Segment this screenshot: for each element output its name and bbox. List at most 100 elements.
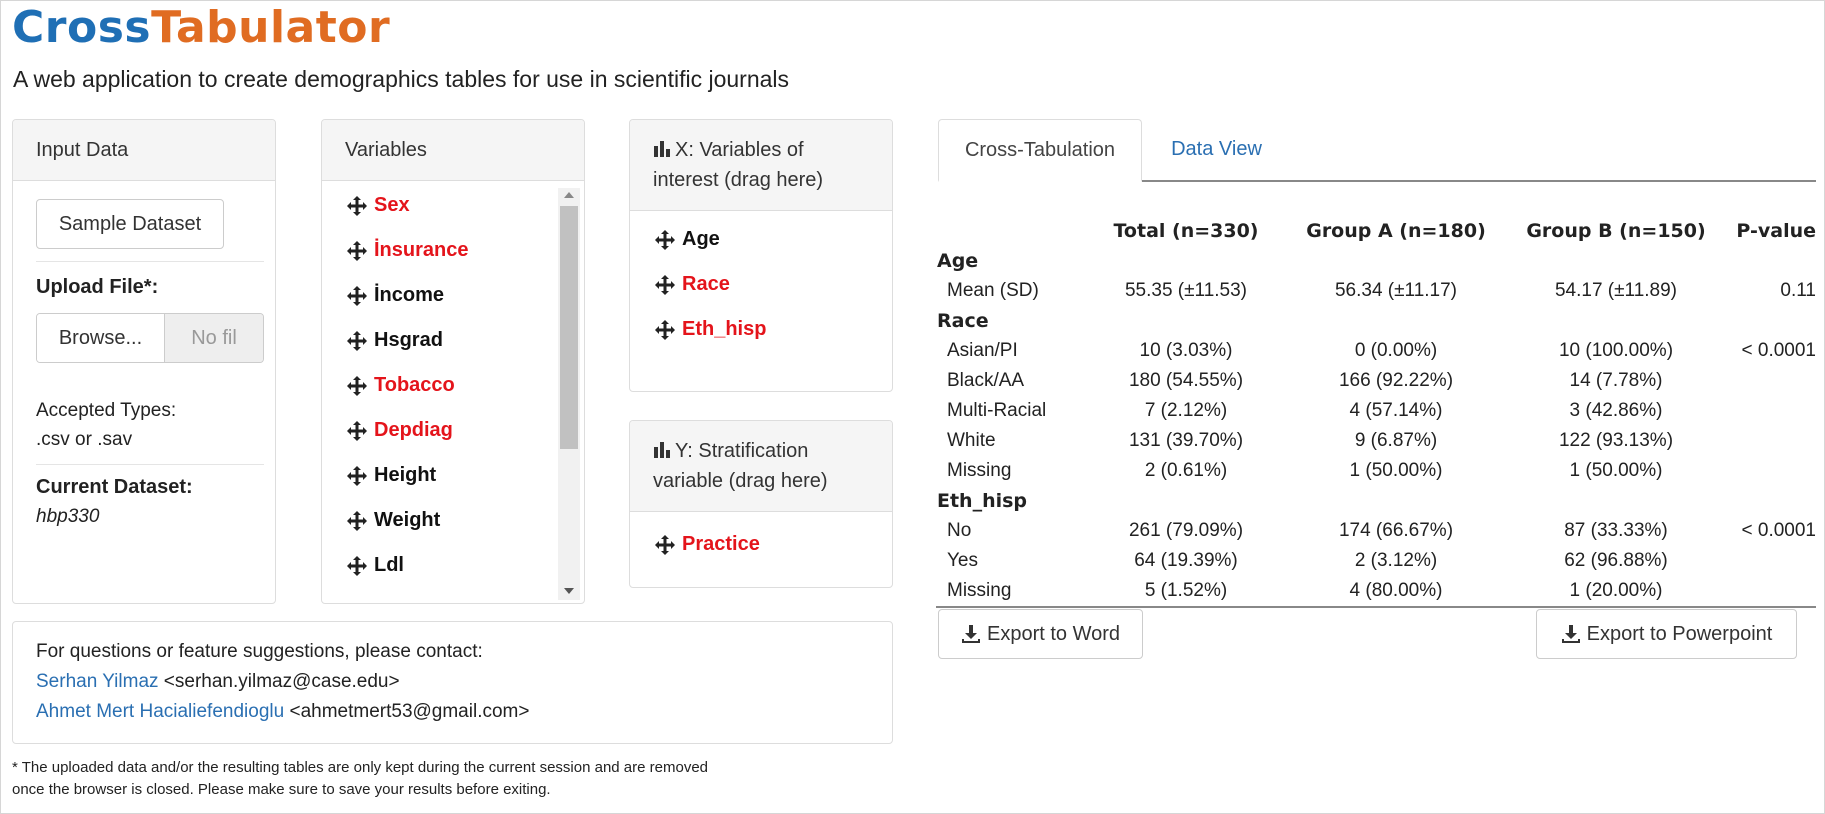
table-cell-a: 9 (6.87%): [1354, 430, 1438, 451]
bar-chart-icon: [654, 141, 670, 157]
table-cell-b: 62 (96.88%): [1564, 550, 1668, 571]
current-dataset-value: hbp330: [36, 506, 100, 527]
table-row: Multi-Racial 7 (2.12%) 4 (57.14%) 3 (42.86%…: [936, 396, 1816, 426]
section-row: Age: [936, 246, 1816, 276]
variable-chip-tobacco[interactable]: Tobacco: [346, 374, 455, 397]
table-cell-label: Missing: [947, 460, 1012, 481]
table-cell-b: 87 (33.33%): [1564, 520, 1668, 541]
variable-label: Tobacco: [374, 374, 455, 396]
table-row: Missing 5 (1.52%) 4 (80.00%) 1 (20.00%): [936, 576, 1816, 606]
scroll-up-arrow-icon[interactable]: [564, 192, 574, 198]
app-logo: CrossTabulator: [12, 2, 390, 53]
variable-chip-age[interactable]: Age: [654, 228, 720, 251]
table-cell-total: 131 (39.70%): [1128, 430, 1244, 451]
cross-tab-body: Age Mean (SD) 55.35 (±11.53) 56.34 (±11.17)…: [936, 246, 1816, 606]
variables-list: Sex İnsurance İncome Hsgrad Tobacco Depdiag He…: [346, 182, 556, 602]
table-cell-p: < 0.0001: [1741, 520, 1817, 541]
divider: [36, 464, 264, 465]
table-cell-a: 4 (80.00%): [1349, 580, 1443, 601]
variable-chip-weight[interactable]: Weight: [346, 509, 440, 532]
tab-bar: Cross-Tabulation Data View: [938, 119, 1816, 182]
variable-chip-practice[interactable]: Practice: [654, 533, 760, 556]
move-icon: [655, 319, 675, 340]
tab-data-view-label: Data View: [1171, 138, 1262, 160]
contact-panel: For questions or feature suggestions, pl…: [12, 621, 893, 744]
accepted-types-label: Accepted Types:: [36, 400, 177, 421]
table-header-cell: Group A (n=180): [1306, 220, 1486, 242]
table-header-cell: Total (n=330): [1113, 220, 1259, 242]
footnote: * The uploaded data and/or the resulting…: [12, 757, 708, 801]
variables-scrollbar[interactable]: [558, 188, 580, 600]
table-cell-total: 10 (3.03%): [1139, 340, 1233, 361]
table-row: Missing 2 (0.61%) 1 (50.00%) 1 (50.00%): [936, 456, 1816, 486]
accepted-types-value: .csv or .sav: [36, 429, 133, 450]
contact-link-ahmet[interactable]: Ahmet Mert Hacialiefendioglu: [36, 701, 284, 722]
table-cell-p: [1726, 546, 1816, 576]
variable-chip-hsgrad[interactable]: Hsgrad: [346, 329, 443, 352]
variables-panel: Variables Sex İnsurance İncome Hsgrad Tobacc…: [321, 119, 585, 604]
variable-chip-ldl[interactable]: Ldl: [346, 554, 404, 577]
footnote-line2: once the browser is closed. Please make …: [12, 781, 551, 798]
file-upload-group: Browse... No fil: [36, 313, 264, 363]
scrollbar-thumb[interactable]: [560, 206, 578, 449]
download-icon: [961, 625, 980, 643]
variable-chip-i-nsurance[interactable]: İnsurance: [346, 239, 468, 262]
table-cell-total: 7 (2.12%): [1144, 400, 1228, 421]
browse-button[interactable]: Browse...: [37, 314, 165, 362]
table-cell-label: Black/AA: [947, 370, 1025, 391]
table-cell-p: [1726, 426, 1816, 456]
export-word-label: Export to Word: [986, 622, 1121, 645]
table-cell-b: 54.17 (±11.89): [1554, 280, 1678, 301]
footnote-line1: * The uploaded data and/or the resulting…: [12, 759, 708, 776]
file-name-field[interactable]: No fil: [165, 314, 263, 362]
logo-part-cross: Cross: [12, 2, 152, 53]
export-powerpoint-button[interactable]: Export to Powerpoint: [1536, 609, 1797, 659]
contact-link-serhan[interactable]: Serhan Yilmaz: [36, 671, 159, 692]
section-row: Race: [936, 306, 1816, 336]
variable-chip-depdiag[interactable]: Depdiag: [346, 419, 453, 442]
y-variable-panel[interactable]: Y: Stratification variable (drag here) P…: [629, 420, 893, 588]
variable-label: Weight: [374, 509, 441, 531]
table-header-cell: [936, 216, 1086, 246]
table-cell-label: Missing: [947, 580, 1012, 601]
variable-chip-race[interactable]: Race: [654, 273, 730, 296]
variable-label: İnsurance: [374, 239, 469, 261]
sample-dataset-button[interactable]: Sample Dataset: [36, 199, 224, 249]
y-panel-title-line1: Y: Stratification: [675, 440, 809, 462]
table-cell-p: [1726, 366, 1816, 396]
variable-label: İncome: [374, 284, 445, 306]
table-cell-total: 55.35 (±11.53): [1124, 280, 1248, 301]
contact-line-1: Serhan Yilmaz <serhan.yilmaz@case.edu>: [36, 671, 400, 693]
tab-cross-tabulation-label: Cross-Tabulation: [964, 138, 1116, 161]
table-cell-b: 14 (7.78%): [1569, 370, 1663, 391]
table-row: Black/AA 180 (54.55%) 166 (92.22%) 14 (7.78…: [936, 366, 1816, 396]
table-cell-b: 122 (93.13%): [1558, 430, 1674, 451]
variable-label: Practice: [682, 533, 760, 555]
current-dataset-label: Current Dataset:: [36, 476, 193, 498]
table-cell-a: 4 (57.14%): [1349, 400, 1443, 421]
x-variables-panel[interactable]: X: Variables of interest (drag here) Age…: [629, 119, 893, 392]
tab-cross-tabulation[interactable]: Cross-Tabulation: [938, 119, 1142, 182]
variable-chip-i-ncome[interactable]: İncome: [346, 284, 444, 307]
cross-tab-table-container: Total (n=330) Group A (n=180) Group B (n…: [936, 216, 1816, 608]
tab-data-view[interactable]: Data View: [1142, 119, 1291, 180]
variable-chip-sex[interactable]: Sex: [346, 194, 410, 217]
table-cell-a: 1 (50.00%): [1349, 460, 1443, 481]
table-cell-total: 5 (1.52%): [1144, 580, 1228, 601]
contact-intro: For questions or feature suggestions, pl…: [36, 641, 483, 662]
y-variables-list: Practice: [654, 513, 874, 583]
table-header-cell: P-value: [1736, 220, 1816, 242]
move-icon: [655, 534, 675, 555]
app-subtitle: A web application to create demographics…: [13, 66, 790, 92]
scroll-down-arrow-icon[interactable]: [564, 588, 574, 594]
variables-header: Variables: [322, 120, 584, 181]
variable-chip-height[interactable]: Height: [346, 464, 436, 487]
move-icon: [347, 420, 367, 441]
table-row: Yes 64 (19.39%) 2 (3.12%) 62 (96.88%): [936, 546, 1816, 576]
variable-chip-eth-hisp[interactable]: Eth_hisp: [654, 318, 766, 341]
input-data-panel: Input Data Sample Dataset Upload File*: …: [12, 119, 276, 604]
download-icon: [1561, 625, 1580, 643]
input-data-title: Input Data: [36, 139, 129, 161]
table-row: Asian/PI 10 (3.03%) 0 (0.00%) 10 (100.00%) <…: [936, 336, 1816, 366]
export-word-button[interactable]: Export to Word: [938, 609, 1143, 659]
